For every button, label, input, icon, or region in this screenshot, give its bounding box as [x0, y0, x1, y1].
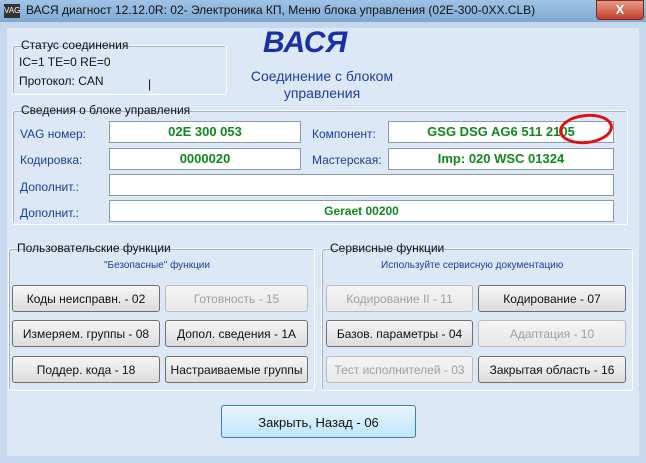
protocol-text: Протокол: CAN [19, 74, 104, 88]
measuring-blocks-button[interactable]: Измеряем. группы - 08 [12, 320, 160, 347]
user-functions-hint: "Безопасные" функции [104, 260, 210, 271]
component-label: Компонент: [312, 127, 376, 141]
output-tests-button: Тест исполнителей - 03 [326, 356, 473, 383]
extra-info-1-label: Дополнит.: [20, 180, 80, 194]
service-functions-hint: Используйте сервисную документацию [381, 260, 564, 271]
fault-codes-button[interactable]: Коды неисправн. - 02 [12, 285, 160, 312]
extra-info-1-field [109, 174, 614, 196]
connection-status-legend: Статус соединения [21, 38, 129, 52]
extra-info-2-field: Geraet 00200 [109, 200, 614, 222]
security-access-button[interactable]: Закрытая область - 16 [478, 356, 626, 383]
service-functions-legend: Сервисные функции [330, 241, 445, 255]
basic-settings-button[interactable]: Базов. параметры - 04 [326, 320, 473, 347]
vag-number-label: VAG номер: [20, 127, 87, 141]
coding-ii-button: Кодирование II - 11 [326, 285, 473, 312]
custom-groups-button[interactable]: Настраиваемые группы [165, 356, 308, 383]
extra-info-2-label: Дополнит.: [20, 206, 80, 220]
close-back-button[interactable]: Закрыть, Назад - 06 [221, 405, 416, 438]
text-cursor: | [148, 77, 152, 91]
workshop-label: Мастерская: [312, 153, 382, 167]
title-bar: VAG ВАСЯ диагност 12.12.0R: 02- Электрон… [0, 0, 646, 22]
app-name-title: ВАСЯ [263, 26, 348, 59]
connection-status-line: IC=1 TE=0 RE=0 [19, 55, 111, 69]
app-window: VAG ВАСЯ диагност 12.12.0R: 02- Электрон… [0, 0, 646, 463]
connection-subtitle: Соединение с блоком управления [250, 68, 394, 101]
adaptation-button: Адаптация - 10 [478, 320, 626, 347]
supported-codes-button[interactable]: Поддер. кода - 18 [12, 356, 160, 383]
coding-button[interactable]: Кодирование - 07 [478, 285, 626, 312]
user-functions-legend: Пользовательские функции [17, 241, 171, 255]
window-title: ВАСЯ диагност 12.12.0R: 02- Электроника … [26, 3, 536, 17]
app-logo-icon: VAG [4, 4, 20, 18]
workshop-field: Imp: 020 WSC 01324 [388, 148, 614, 170]
vag-number-field: 02E 300 053 [109, 121, 301, 143]
coding-field: 0000020 [109, 148, 301, 170]
control-unit-info-legend: Сведения о блоке управления [21, 103, 191, 117]
coding-label: Кодировка: [20, 153, 83, 167]
readiness-button: Готовность - 15 [165, 285, 308, 312]
advanced-id-button[interactable]: Допол. сведения - 1А [165, 320, 308, 347]
close-window-button[interactable]: X [596, 0, 644, 20]
